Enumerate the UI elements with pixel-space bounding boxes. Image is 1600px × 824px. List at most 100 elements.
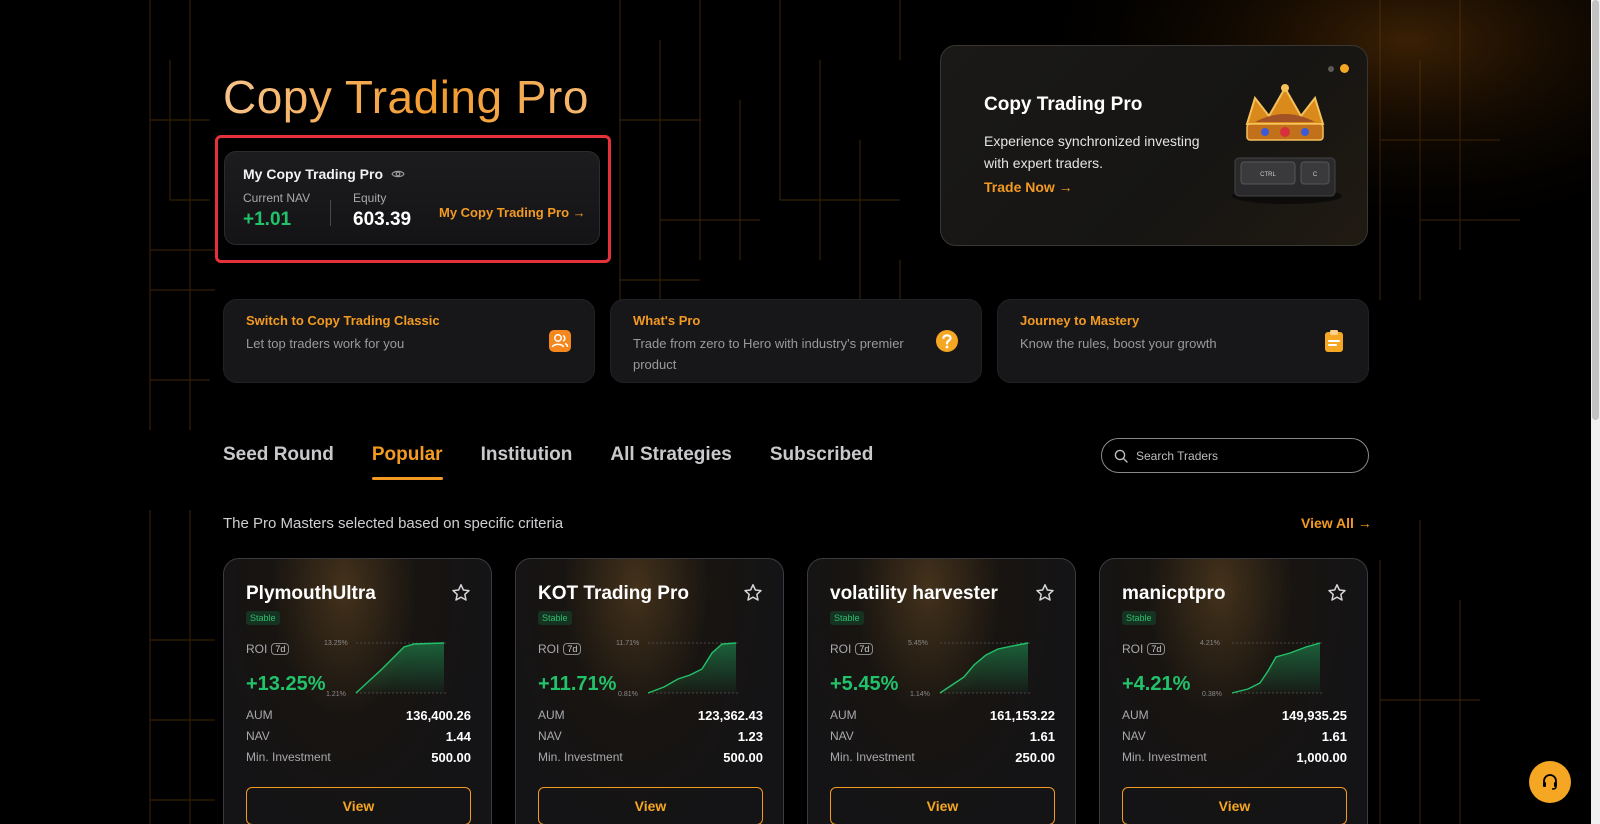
nav-row: NAV 1.61: [1122, 729, 1347, 744]
sparkline-area: [940, 643, 1028, 693]
roi-sparkline: 5.45% 1.14%: [908, 640, 1030, 698]
nav-value: 1.44: [445, 729, 471, 744]
chart-max-label: 11.71%: [616, 640, 639, 647]
min-investment-label: Min. Investment: [246, 750, 331, 764]
headset-icon: [1543, 774, 1557, 790]
min-investment-row: Min. Investment 1,000.00: [1122, 750, 1347, 765]
roi-sparkline: 13.25% 1.21%: [324, 640, 446, 698]
status-badge: Stable: [1122, 611, 1156, 625]
page-scrollbar[interactable]: [1591, 0, 1600, 824]
min-investment-value: 1,000.00: [1296, 750, 1347, 765]
chart-min-label: 0.38%: [1202, 691, 1222, 698]
view-button[interactable]: View: [830, 787, 1055, 824]
clipboard-icon: [1325, 330, 1343, 352]
highlight-box: [215, 135, 611, 263]
trader-name[interactable]: KOT Trading Pro: [538, 583, 689, 605]
nav-value: 1.23: [737, 729, 763, 744]
aum-row: AUM 136,400.26: [246, 708, 471, 723]
feature-description: Know the rules, boost your growth: [1020, 336, 1217, 351]
roi-value: +13.25%: [246, 673, 326, 695]
search-input[interactable]: [1136, 448, 1356, 463]
support-button[interactable]: [1529, 761, 1571, 803]
period-badge: 7d: [1147, 643, 1166, 655]
trader-card[interactable]: manicptpro Stable ROI 7d +4.21% 4.21% 0.…: [1099, 558, 1368, 824]
scrollbar-thumb[interactable]: [1592, 0, 1599, 420]
period-badge: 7d: [271, 643, 290, 655]
star-icon[interactable]: [1035, 583, 1055, 603]
feature-title: Switch to Copy Trading Classic: [246, 313, 440, 328]
min-investment-label: Min. Investment: [830, 750, 915, 764]
aum-label: AUM: [538, 708, 565, 722]
star-icon[interactable]: [743, 583, 763, 603]
trade-now-link[interactable]: Trade Now →: [984, 179, 1073, 195]
view-button[interactable]: View: [246, 787, 471, 824]
trader-name[interactable]: PlymouthUltra: [246, 583, 376, 605]
banner-description: Experience synchronized investing with e…: [984, 133, 1200, 171]
star-icon[interactable]: [1327, 583, 1347, 603]
roi-value: +11.71%: [538, 673, 617, 695]
trader-card[interactable]: PlymouthUltra Stable ROI 7d +13.25% 13.2…: [223, 558, 492, 824]
aum-label: AUM: [246, 708, 273, 722]
search-box[interactable]: [1101, 438, 1369, 473]
aum-label: AUM: [1122, 708, 1149, 722]
aum-row: AUM 149,935.25: [1122, 708, 1347, 723]
carousel-dot[interactable]: [1328, 65, 1334, 72]
aum-value: 149,935.25: [1281, 708, 1347, 723]
carousel-dot-active[interactable]: [1340, 64, 1349, 73]
min-investment-value: 250.00: [1015, 750, 1055, 765]
min-investment-row: Min. Investment 250.00: [830, 750, 1055, 765]
feature-description: Trade from zero to Hero with industry's …: [633, 336, 904, 372]
feature-title: What's Pro: [633, 313, 701, 328]
roi-label-text: ROI: [538, 642, 560, 656]
period-badge: 7d: [855, 643, 874, 655]
tab-institution[interactable]: Institution: [481, 444, 573, 480]
period-badge: 7d: [563, 643, 582, 655]
tab-popular[interactable]: Popular: [371, 444, 443, 480]
min-investment-label: Min. Investment: [538, 750, 623, 764]
roi-sparkline: 4.21% 0.38%: [1200, 640, 1322, 698]
chart-max-label: 13.25%: [324, 640, 348, 647]
nav-row: NAV 1.23: [538, 729, 763, 744]
view-all-link[interactable]: View All →: [1301, 515, 1372, 531]
roi-label: ROI 7d: [246, 642, 290, 656]
aum-row: AUM 123,362.43: [538, 708, 763, 723]
status-badge: Stable: [246, 611, 280, 625]
section-subtitle: The Pro Masters selected based on specif…: [223, 515, 564, 532]
nav-value: 1.61: [1029, 729, 1055, 744]
trader-card[interactable]: volatility harvester Stable ROI 7d +5.45…: [807, 558, 1076, 824]
ctrl-key-label: CTRL: [1260, 172, 1276, 178]
min-investment-row: Min. Investment 500.00: [538, 750, 763, 765]
roi-value: +4.21%: [1122, 673, 1191, 695]
view-button[interactable]: View: [538, 787, 763, 824]
crown-keyboard-illustration: CTRL C: [1232, 84, 1342, 204]
roi-label: ROI 7d: [538, 642, 582, 656]
nav-label: NAV: [1122, 729, 1146, 743]
whats-pro-card[interactable]: What's Pro Trade from zero to Hero with …: [610, 299, 982, 383]
roi-label: ROI 7d: [1122, 642, 1166, 656]
promo-banner: Copy Trading Pro Experience synchronized…: [940, 45, 1368, 246]
nav-label: NAV: [538, 729, 562, 743]
status-badge: Stable: [538, 611, 572, 625]
feature-description: Let top traders work for you: [246, 336, 405, 351]
chart-max-label: 4.21%: [1200, 640, 1220, 647]
tab-all-strategies[interactable]: All Strategies: [610, 444, 731, 480]
chart-min-label: 1.14%: [910, 691, 930, 698]
chart-min-label: 1.21%: [326, 691, 346, 698]
view-button[interactable]: View: [1122, 787, 1347, 824]
nav-label: NAV: [246, 729, 270, 743]
trader-name[interactable]: volatility harvester: [830, 583, 998, 605]
min-investment-value: 500.00: [431, 750, 471, 765]
tab-subscribed[interactable]: Subscribed: [770, 444, 873, 480]
chart-max-label: 5.45%: [908, 640, 928, 647]
page-title: Copy Trading Pro: [223, 71, 589, 123]
nav-label: NAV: [830, 729, 854, 743]
min-investment-row: Min. Investment 500.00: [246, 750, 471, 765]
trader-card[interactable]: KOT Trading Pro Stable ROI 7d +11.71% 11…: [515, 558, 784, 824]
carousel-dots: [1328, 64, 1349, 73]
journey-mastery-card[interactable]: Journey to Mastery Know the rules, boost…: [997, 299, 1369, 383]
min-investment-label: Min. Investment: [1122, 750, 1207, 764]
trader-name[interactable]: manicptpro: [1122, 583, 1225, 605]
star-icon[interactable]: [451, 583, 471, 603]
tab-seed-round[interactable]: Seed Round: [223, 444, 334, 480]
switch-classic-card[interactable]: Switch to Copy Trading Classic Let top t…: [223, 299, 595, 383]
